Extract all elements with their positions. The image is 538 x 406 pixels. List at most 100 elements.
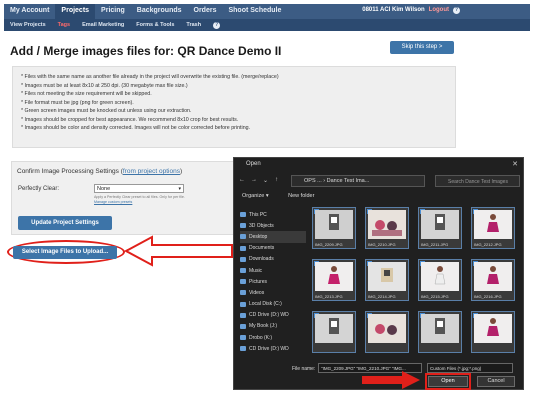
processing-settings-panel: Confirm Image Processing Settings (from … bbox=[11, 161, 246, 235]
subtab-trash[interactable]: Trash bbox=[180, 19, 207, 31]
picture-icon bbox=[240, 279, 246, 285]
nav-item[interactable]: Documents bbox=[240, 243, 306, 254]
file-thumbnail[interactable]: IMG_2213.JPG bbox=[312, 259, 356, 301]
cancel-button[interactable]: Cancel bbox=[477, 376, 515, 387]
back-icon[interactable]: ← bbox=[239, 177, 245, 183]
nav-item[interactable]: Desktop bbox=[240, 231, 306, 243]
photo-icon bbox=[368, 210, 406, 239]
photo-icon bbox=[421, 262, 459, 291]
logout-link[interactable]: Logout bbox=[429, 7, 449, 14]
tab-pricing[interactable]: Pricing bbox=[95, 4, 131, 19]
tab-projects[interactable]: Projects bbox=[55, 4, 96, 19]
file-thumbnail[interactable]: IMG_2214.JPG bbox=[365, 259, 409, 301]
subtab-email-marketing[interactable]: Email Marketing bbox=[76, 19, 130, 31]
project-options-link[interactable]: from project options bbox=[123, 168, 180, 175]
nav-item[interactable]: Drobo (K:) bbox=[240, 332, 306, 343]
list-item: * Images must be at least 8x10 at 250 dp… bbox=[21, 82, 188, 89]
file-name-label: File name: bbox=[292, 366, 316, 372]
address-field[interactable]: OPS ... › Dance Test Ima... bbox=[291, 175, 425, 187]
file-thumbnail[interactable]: IMG_2216.JPG bbox=[471, 259, 515, 301]
nav-item[interactable]: Music bbox=[240, 265, 306, 276]
file-thumbnail[interactable] bbox=[312, 311, 356, 353]
drive-icon bbox=[240, 323, 246, 329]
dialog-title: Open bbox=[246, 161, 261, 167]
file-thumbnail[interactable]: IMG_2212.JPG bbox=[471, 207, 515, 249]
settings-title: Confirm Image Processing Settings (from … bbox=[17, 168, 183, 175]
search-input[interactable]: Search Dance Test Images bbox=[435, 175, 520, 187]
file-type-select[interactable]: Custom Files (*.jpg;*.png) bbox=[427, 363, 513, 373]
organize-button[interactable]: Organize ▾ bbox=[242, 193, 269, 199]
nav-item[interactable]: My Book (J:) bbox=[240, 321, 306, 332]
help-icon: ? bbox=[213, 22, 221, 29]
requirements-list: * Files with the same name as another fi… bbox=[12, 66, 456, 148]
arrow-right-icon bbox=[362, 371, 420, 389]
photo-icon bbox=[368, 262, 406, 291]
nav-item[interactable]: This PC bbox=[240, 209, 306, 220]
top-navigation: My Account Projects Pricing Backgrounds … bbox=[4, 4, 530, 31]
perfectly-clear-help: Apply a Perfectly Clear preset to all fi… bbox=[94, 195, 185, 204]
photo-icon bbox=[315, 314, 353, 343]
subtab-view-projects[interactable]: View Projects bbox=[4, 19, 52, 31]
list-item: * Images should be cropped for best appe… bbox=[21, 116, 239, 123]
folder-icon bbox=[240, 245, 246, 251]
photo-icon bbox=[315, 210, 353, 239]
file-thumbnail[interactable]: IMG_2215.JPG bbox=[418, 259, 462, 301]
up-icon[interactable]: ↑ bbox=[275, 177, 278, 183]
nav-item[interactable]: CD Drive (D:) WD bbox=[240, 343, 306, 354]
nav-item[interactable]: Downloads bbox=[240, 254, 306, 265]
list-item: * Files with the same name as another fi… bbox=[21, 74, 279, 80]
photo-icon bbox=[315, 262, 353, 291]
file-grid: IMG_2209.JPG IMG_2210.JPG IMG_2211.JPG I… bbox=[312, 207, 520, 362]
photo-icon bbox=[421, 210, 459, 239]
photo-icon bbox=[368, 314, 406, 343]
tab-orders[interactable]: Orders bbox=[188, 4, 223, 19]
chevron-down-icon[interactable]: ⌄ bbox=[263, 177, 268, 184]
file-thumbnail[interactable]: IMG_2210.JPG bbox=[365, 207, 409, 249]
file-thumbnail[interactable] bbox=[365, 311, 409, 353]
subtab-tags[interactable]: Tags bbox=[52, 19, 76, 31]
update-settings-button[interactable]: Update Project Settings bbox=[18, 216, 112, 230]
subtab-forms-tools[interactable]: Forms & Tools bbox=[130, 19, 180, 31]
file-thumbnail[interactable]: IMG_2211.JPG bbox=[418, 207, 462, 249]
photo-icon bbox=[474, 262, 512, 291]
skip-step-button[interactable]: Skip this step > bbox=[390, 41, 454, 54]
nav-item[interactable]: Pictures bbox=[240, 276, 306, 287]
file-thumbnail[interactable] bbox=[418, 311, 462, 353]
tab-backgrounds[interactable]: Backgrounds bbox=[131, 4, 188, 19]
photo-icon bbox=[474, 210, 512, 239]
sub-nav: View Projects Tags Email Marketing Forms… bbox=[4, 19, 530, 31]
perfectly-clear-select[interactable]: None ▾ bbox=[94, 184, 184, 193]
drive-icon bbox=[240, 335, 246, 341]
nav-item[interactable]: 3D Objects bbox=[240, 220, 306, 231]
music-icon bbox=[240, 268, 246, 274]
photo-icon bbox=[474, 314, 512, 343]
list-item: * Files not meeting the size requirement… bbox=[21, 91, 152, 97]
drive-icon bbox=[240, 312, 246, 318]
nav-item[interactable]: Local Disk (C:) bbox=[240, 299, 306, 310]
open-button[interactable]: Open bbox=[428, 376, 468, 387]
folder-icon bbox=[240, 234, 246, 240]
address-bar: ← → ⌄ ↑ OPS ... › Dance Test Ima... Sear… bbox=[239, 175, 520, 187]
page-title: Add / Merge images files for: QR Dance D… bbox=[10, 44, 282, 58]
tab-my-account[interactable]: My Account bbox=[4, 4, 55, 19]
help-icon[interactable]: ? bbox=[453, 7, 460, 14]
dialog-toolbar: Organize ▾ New folder bbox=[242, 193, 332, 199]
nav-item[interactable]: CD Drive (D:) WD bbox=[240, 310, 306, 321]
nav-item[interactable]: Videos bbox=[240, 287, 306, 298]
forward-icon[interactable]: → bbox=[251, 177, 257, 183]
subtab-help-icon[interactable]: ? bbox=[207, 19, 226, 31]
download-icon bbox=[240, 256, 246, 262]
tab-shoot-schedule[interactable]: Shoot Schedule bbox=[222, 4, 287, 19]
new-folder-button[interactable]: New folder bbox=[288, 193, 314, 199]
file-thumbnail[interactable] bbox=[471, 311, 515, 353]
manage-presets-link[interactable]: Manage custom presets bbox=[94, 200, 132, 204]
file-thumbnail[interactable]: IMG_2209.JPG bbox=[312, 207, 356, 249]
video-icon bbox=[240, 290, 246, 296]
pc-icon bbox=[240, 212, 246, 218]
close-icon[interactable]: ✕ bbox=[512, 160, 518, 168]
photo-icon bbox=[421, 314, 459, 343]
drive-icon bbox=[240, 301, 246, 307]
arrow-left-icon bbox=[124, 235, 233, 267]
chevron-down-icon: ▾ bbox=[178, 186, 181, 192]
select-files-button[interactable]: Select Image Files to Upload... bbox=[13, 246, 117, 259]
